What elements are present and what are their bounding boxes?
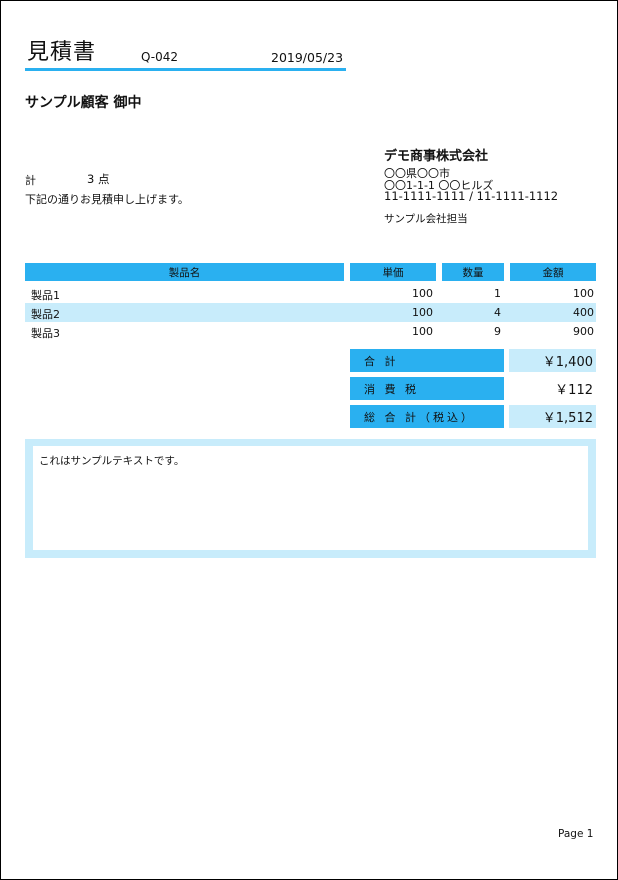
cell-amount: 900 <box>573 325 594 338</box>
table-row: 製品3 100 9 900 <box>25 322 596 341</box>
column-header-unit-price: 単価 <box>350 263 436 281</box>
subtotal-label: 合 計 <box>350 349 504 372</box>
intro-text: 下記の通りお見積申し上げます。 <box>25 193 189 206</box>
cell-quantity: 9 <box>494 325 501 338</box>
customer-name: サンプル顧客 御中 <box>25 95 142 111</box>
page-number: Page 1 <box>558 828 594 840</box>
cell-quantity: 1 <box>494 287 501 300</box>
tax-value: ￥112 <box>555 383 593 398</box>
cell-product-name: 製品3 <box>31 327 60 340</box>
issuer-company: デモ商事株式会社 <box>384 149 489 164</box>
cell-unit-price: 100 <box>412 287 433 300</box>
document-number: Q-042 <box>141 50 179 64</box>
notes-text: これはサンプルテキストです。 <box>39 455 185 467</box>
item-count-value: 3 点 <box>87 172 110 186</box>
cell-product-name: 製品1 <box>31 289 60 302</box>
issuer-contact: サンプル会社担当 <box>384 213 468 225</box>
cell-amount: 100 <box>573 287 594 300</box>
table-row: 製品1 100 1 100 <box>25 284 596 303</box>
cell-quantity: 4 <box>494 306 501 319</box>
column-header-amount: 金額 <box>510 263 596 281</box>
item-count-label: 計 <box>25 174 36 187</box>
document-title: 見積書 <box>27 40 97 65</box>
issuer-phone: 11-1111-1111 / 11-1111-1112 <box>384 189 559 203</box>
cell-amount: 400 <box>573 306 594 319</box>
cell-unit-price: 100 <box>412 306 433 319</box>
document-date: 2019/05/23 <box>271 50 344 65</box>
grand-total-label: 総 合 計（税込） <box>350 405 504 428</box>
column-header-product: 製品名 <box>25 263 344 281</box>
title-underline <box>25 68 346 71</box>
column-header-quantity: 数量 <box>442 263 504 281</box>
cell-product-name: 製品2 <box>31 308 60 321</box>
grand-total-value: ￥1,512 <box>509 405 596 428</box>
quote-page: 見積書 Q-042 2019/05/23 サンプル顧客 御中 計 3 点 下記の… <box>0 0 618 880</box>
subtotal-value: ￥1,400 <box>509 349 596 372</box>
table-row: 製品2 100 4 400 <box>25 303 596 322</box>
cell-unit-price: 100 <box>412 325 433 338</box>
tax-label: 消 費 税 <box>350 377 504 400</box>
